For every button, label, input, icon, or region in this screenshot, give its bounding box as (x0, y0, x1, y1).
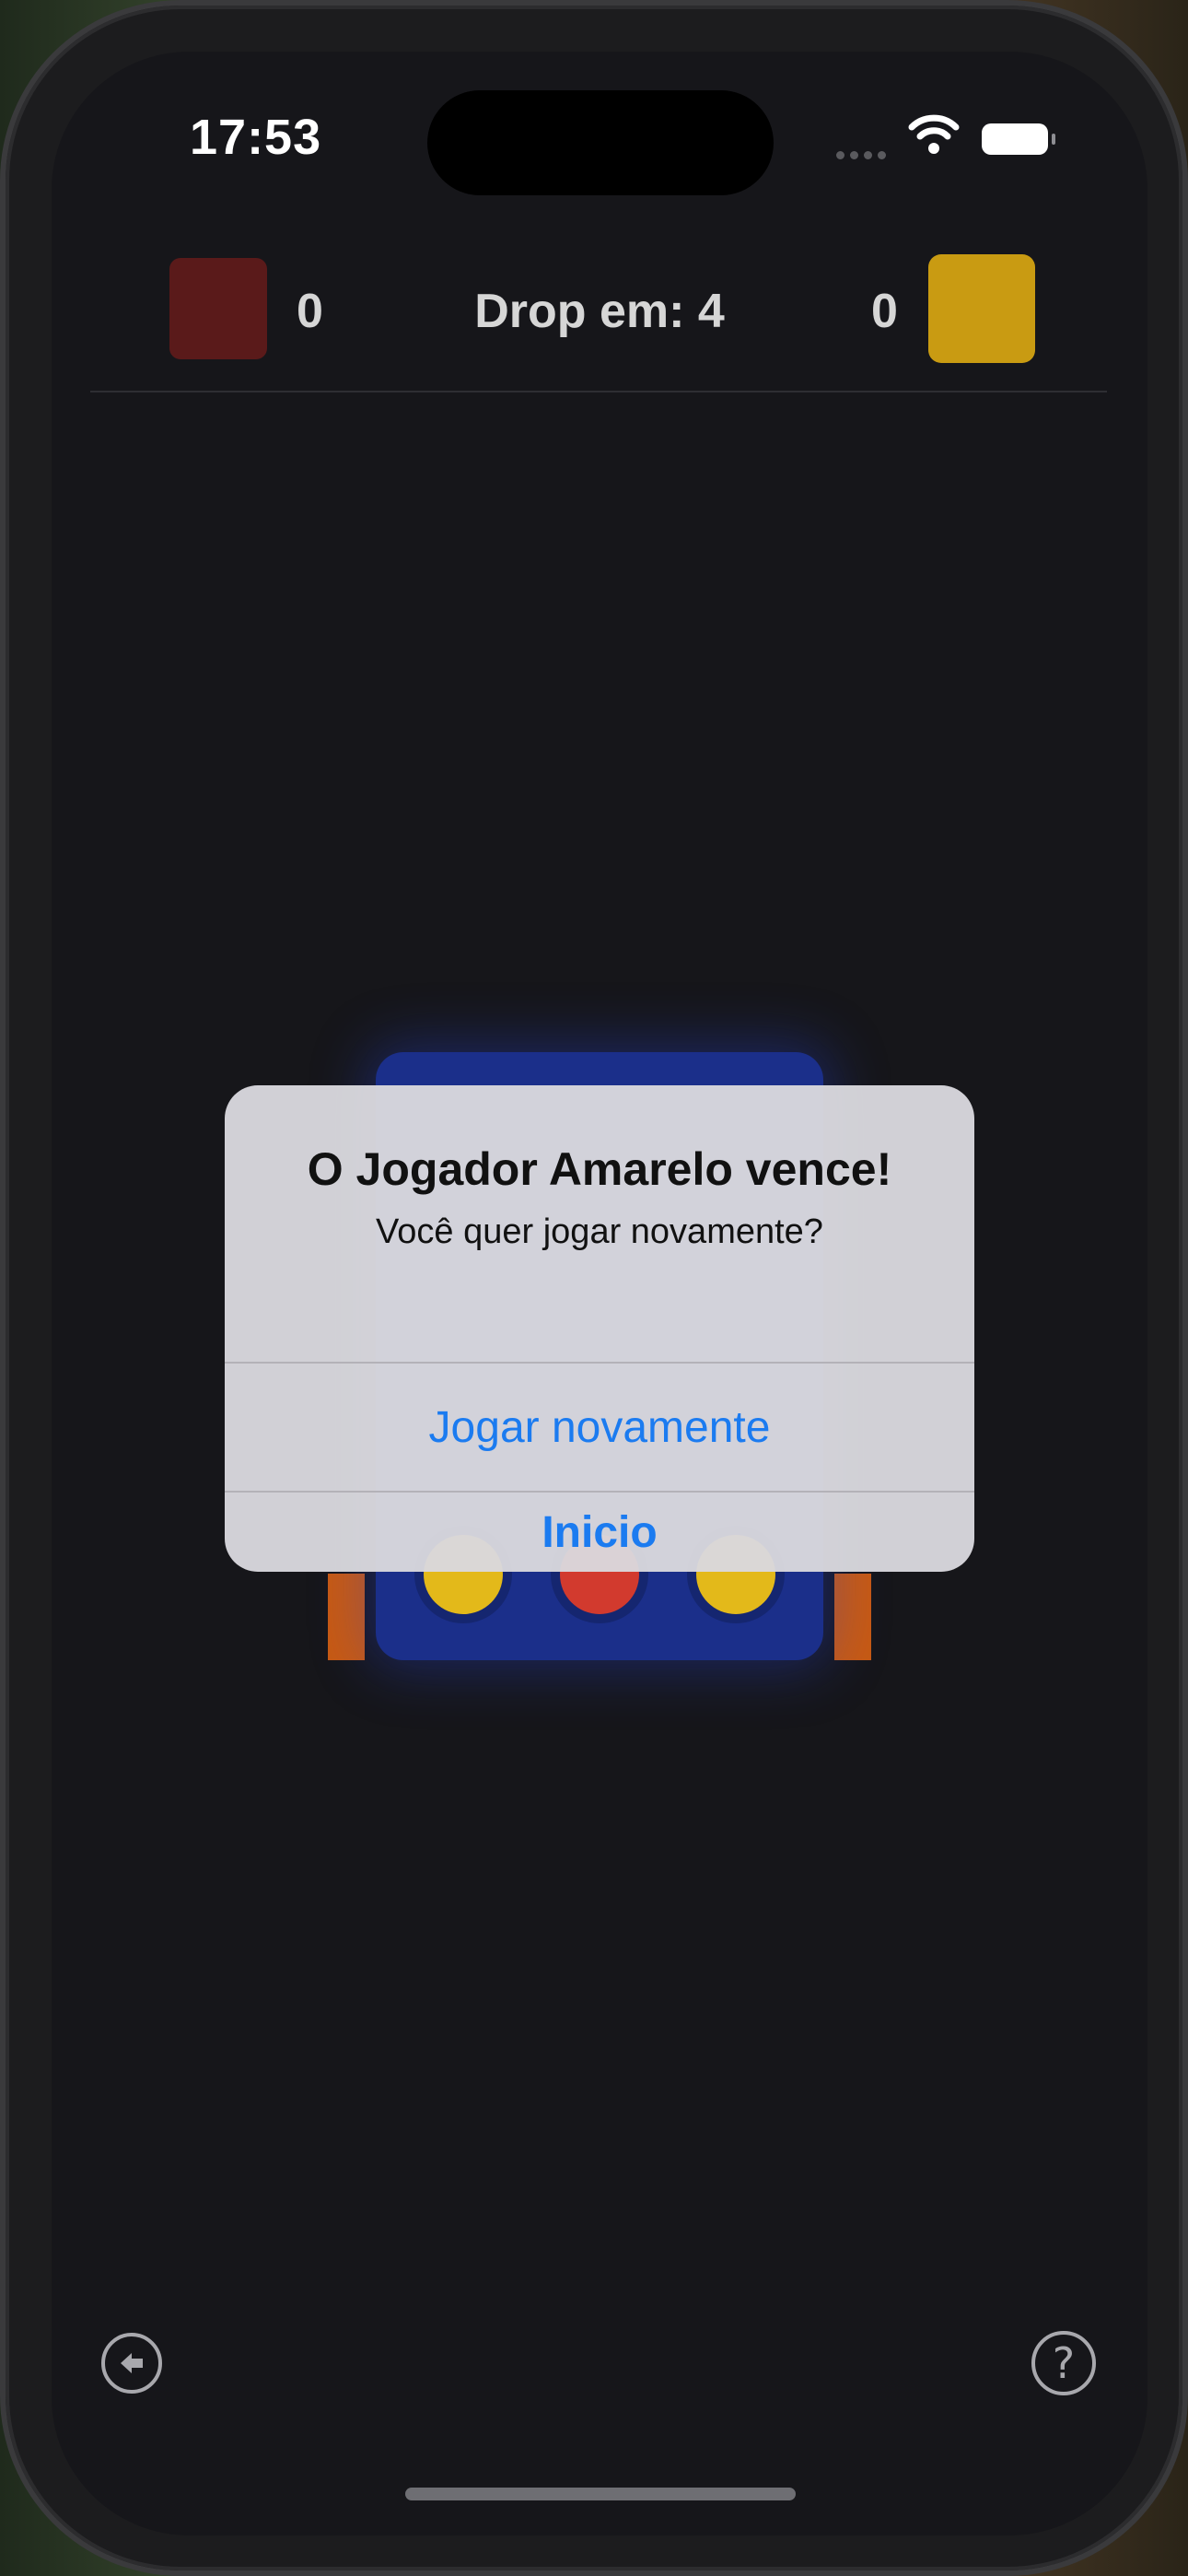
dynamic-island (427, 90, 774, 195)
play-again-button[interactable]: Jogar novamente (225, 1364, 974, 1491)
home-button[interactable]: Inicio (225, 1493, 974, 1572)
app-screen: 17:53 0 Drop em: 4 0 O Jogador Amarelo v… (52, 52, 1147, 2535)
home-indicator[interactable] (405, 2488, 796, 2500)
arrow-left-circle-icon (121, 2353, 143, 2373)
back-button[interactable] (101, 2333, 162, 2394)
board-leg-right (834, 1574, 871, 1660)
device-frame: 17:53 0 Drop em: 4 0 O Jogador Amarelo v… (6, 6, 1182, 2570)
battery-icon (982, 123, 1055, 155)
cellular-icon (836, 151, 888, 162)
wifi-icon (908, 114, 960, 154)
yellow-player-chip (928, 254, 1035, 363)
alert-title: O Jogador Amarelo vence! (307, 1143, 892, 1195)
yellow-score: 0 (871, 285, 898, 338)
question-mark-icon: ? (1052, 2338, 1076, 2388)
header-divider (90, 391, 1107, 392)
alert-message: Você quer jogar novamente? (376, 1212, 823, 1251)
status-time: 17:53 (190, 110, 322, 165)
board-leg-left (328, 1574, 365, 1660)
win-alert-dialog: O Jogador Amarelo vence! Você quer jogar… (225, 1085, 974, 1572)
help-button[interactable]: ? (1031, 2331, 1096, 2395)
